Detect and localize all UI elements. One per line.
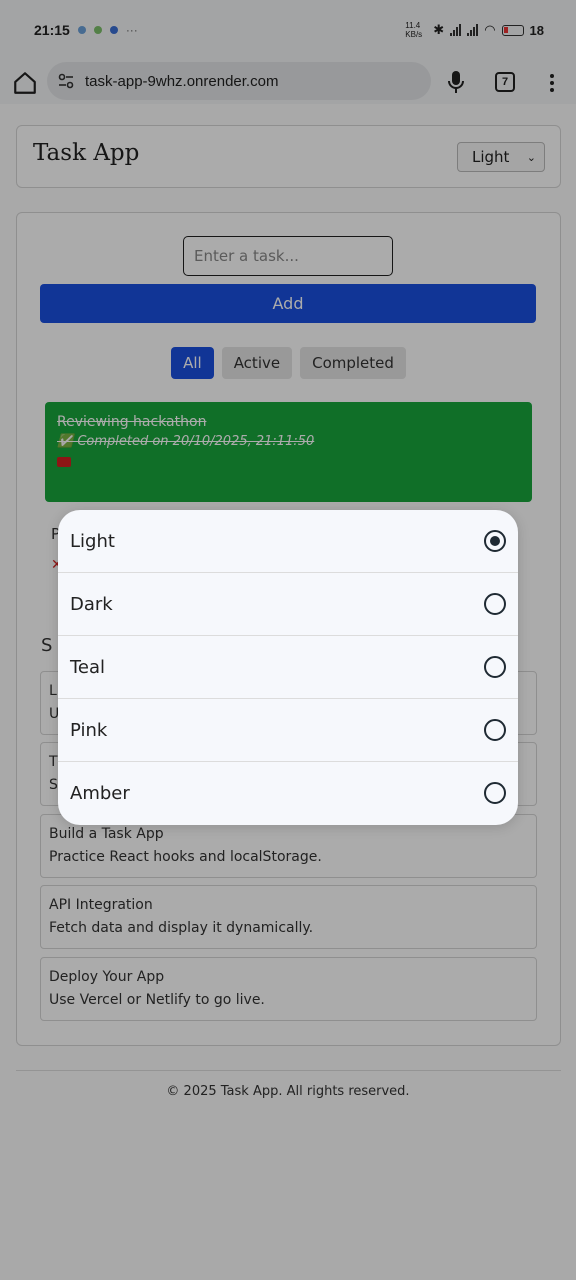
theme-option-dark[interactable]: Dark: [58, 573, 518, 636]
theme-picker-dialog: Light Dark Teal Pink Amber: [58, 510, 518, 825]
theme-option-teal[interactable]: Teal: [58, 636, 518, 699]
option-label: Teal: [70, 656, 106, 678]
option-label: Amber: [70, 783, 130, 804]
option-label: Light: [70, 530, 115, 552]
radio-icon[interactable]: [484, 719, 506, 741]
option-label: Pink: [70, 719, 108, 741]
radio-selected-icon[interactable]: [484, 530, 506, 552]
theme-option-pink[interactable]: Pink: [58, 699, 518, 762]
theme-option-light[interactable]: Light: [58, 510, 518, 573]
radio-icon[interactable]: [484, 782, 506, 804]
theme-option-amber[interactable]: Amber: [58, 762, 518, 825]
radio-icon[interactable]: [484, 593, 506, 615]
radio-icon[interactable]: [484, 656, 506, 678]
option-label: Dark: [70, 593, 113, 615]
